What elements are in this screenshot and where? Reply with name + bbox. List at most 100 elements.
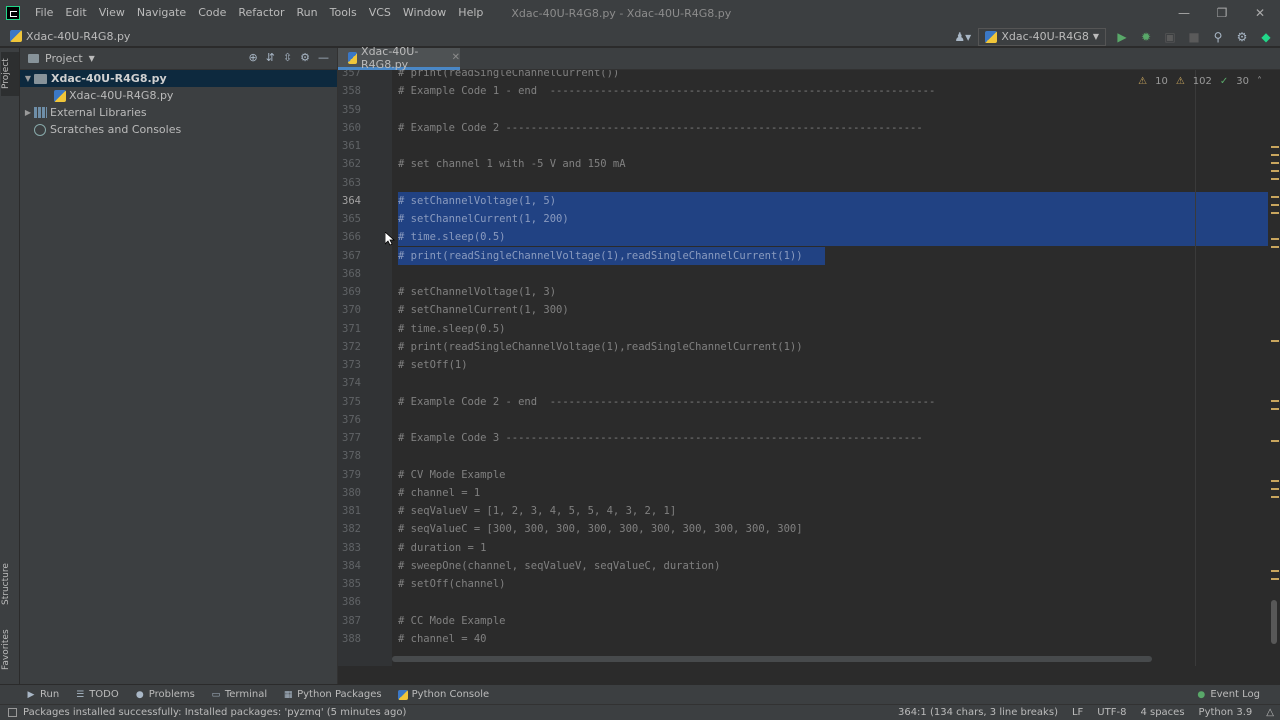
debug-icon[interactable]: ✹ bbox=[1138, 30, 1154, 44]
user-icon[interactable]: ♟▾ bbox=[954, 30, 971, 44]
code-line[interactable]: # print(readSingleChannelCurrent()) bbox=[398, 70, 619, 82]
editor-tab-active[interactable]: Xdac-40U-R4G8.py ✕ bbox=[338, 45, 460, 71]
status-panel-icon[interactable] bbox=[8, 708, 17, 717]
menu-view[interactable]: View bbox=[93, 0, 131, 26]
code-line[interactable]: # setChannelVoltage(1, 5) bbox=[398, 192, 556, 210]
status-message-area[interactable]: Packages installed successfully: Install… bbox=[8, 707, 406, 718]
code-line[interactable]: # sweepOne(channel, seqValueV, seqValueC… bbox=[398, 557, 720, 575]
close-icon[interactable]: ✕ bbox=[1242, 0, 1278, 26]
menu-run[interactable]: Run bbox=[291, 0, 324, 26]
breadcrumb[interactable]: Xdac-40U-R4G8.py bbox=[10, 30, 130, 43]
chevron-right-icon[interactable]: ▶ bbox=[22, 108, 34, 117]
editor-scrollbar[interactable] bbox=[1268, 70, 1280, 666]
toolwindow-python-packages[interactable]: ▦ Python Packages bbox=[277, 689, 392, 700]
tab-project[interactable]: Project bbox=[1, 52, 19, 96]
line-separator[interactable]: LF bbox=[1072, 707, 1083, 718]
tab-structure[interactable]: Structure bbox=[1, 556, 19, 612]
hide-icon[interactable]: — bbox=[318, 51, 329, 64]
lock-icon[interactable]: △ bbox=[1266, 707, 1274, 718]
toolwindow-event-log[interactable]: ● Event Log bbox=[1190, 689, 1270, 700]
code-line[interactable]: # CV Mode Example bbox=[398, 466, 505, 484]
code-line[interactable]: # setChannelCurrent(1, 300) bbox=[398, 301, 569, 319]
settings-icon[interactable]: ⚙ bbox=[1234, 30, 1250, 44]
scroll-marker[interactable] bbox=[1271, 440, 1279, 442]
code-line[interactable]: # seqValueV = [1, 2, 3, 4, 5, 5, 4, 3, 2… bbox=[398, 502, 676, 520]
scroll-thumb[interactable] bbox=[1271, 600, 1277, 644]
scroll-marker[interactable] bbox=[1271, 162, 1279, 164]
scroll-marker[interactable] bbox=[1271, 488, 1279, 490]
chevron-down-icon[interactable]: ▼ bbox=[22, 74, 34, 83]
toolwindow-run[interactable]: ▶ Run bbox=[20, 689, 69, 700]
locate-icon[interactable]: ⊕ bbox=[248, 51, 257, 64]
tree-item-external-libraries[interactable]: ▶ External Libraries bbox=[20, 104, 337, 121]
scroll-marker[interactable] bbox=[1271, 238, 1279, 240]
menu-edit[interactable]: Edit bbox=[59, 0, 92, 26]
scroll-marker[interactable] bbox=[1271, 154, 1279, 156]
menu-navigate[interactable]: Navigate bbox=[131, 0, 192, 26]
chevron-up-icon[interactable]: ˄ bbox=[1257, 76, 1262, 87]
scroll-marker[interactable] bbox=[1271, 178, 1279, 180]
plugin-icon[interactable]: ◆ bbox=[1258, 30, 1274, 44]
scroll-marker[interactable] bbox=[1271, 170, 1279, 172]
code-editor[interactable]: # print(readSingleChannelCurrent()) # Exa… bbox=[392, 70, 1268, 666]
run-configuration-select[interactable]: Xdac-40U-R4G8 ▼ bbox=[978, 27, 1106, 46]
scroll-marker[interactable] bbox=[1271, 246, 1279, 248]
collapse-all-icon[interactable]: ⇳ bbox=[283, 51, 292, 64]
scroll-marker[interactable] bbox=[1271, 578, 1279, 580]
toolwindow-python-console[interactable]: Python Console bbox=[392, 689, 500, 700]
code-line[interactable]: # channel = 1 bbox=[398, 484, 480, 502]
menu-window[interactable]: Window bbox=[397, 0, 452, 26]
close-tab-icon[interactable]: ✕ bbox=[452, 52, 460, 63]
menu-refactor[interactable]: Refactor bbox=[232, 0, 290, 26]
code-line[interactable]: # set channel 1 with -5 V and 150 mA bbox=[398, 155, 626, 173]
code-line[interactable]: # time.sleep(0.5) bbox=[398, 320, 505, 338]
toolwindow-problems[interactable]: ● Problems bbox=[129, 689, 205, 700]
project-panel-title[interactable]: Project bbox=[45, 52, 83, 65]
python-interpreter[interactable]: Python 3.9 bbox=[1199, 707, 1253, 718]
scroll-marker[interactable] bbox=[1271, 146, 1279, 148]
expand-all-icon[interactable]: ⇵ bbox=[266, 51, 275, 64]
horizontal-scrollbar[interactable] bbox=[392, 656, 1152, 662]
code-line[interactable]: # Example Code 3 -----------------------… bbox=[398, 429, 923, 447]
code-line[interactable]: # time.sleep(0.5) bbox=[398, 228, 505, 246]
code-line[interactable]: # CC Mode Example bbox=[398, 612, 505, 630]
search-icon[interactable]: ⚲ bbox=[1210, 30, 1226, 44]
code-line[interactable]: # seqValueC = [300, 300, 300, 300, 300, … bbox=[398, 520, 803, 538]
code-line[interactable]: # duration = 1 bbox=[398, 539, 487, 557]
code-line[interactable]: # setChannelCurrent(1, 200) bbox=[398, 210, 569, 228]
scroll-marker[interactable] bbox=[1271, 212, 1279, 214]
status-message[interactable]: Packages installed successfully: Install… bbox=[23, 707, 406, 718]
toolwindow-terminal[interactable]: ▭ Terminal bbox=[205, 689, 277, 700]
inspection-widget[interactable]: ⚠ 10 ⚠ 102 ✓ 30 ˄ bbox=[1138, 76, 1262, 87]
caret-position[interactable]: 364:1 (134 chars, 3 line breaks) bbox=[898, 707, 1058, 718]
indent-setting[interactable]: 4 spaces bbox=[1140, 707, 1184, 718]
breadcrumb-file[interactable]: Xdac-40U-R4G8.py bbox=[26, 30, 130, 43]
scroll-marker[interactable] bbox=[1271, 204, 1279, 206]
scroll-marker[interactable] bbox=[1271, 480, 1279, 482]
tree-item-file[interactable]: Xdac-40U-R4G8.py bbox=[20, 87, 337, 104]
tree-item-project-root[interactable]: ▼ Xdac-40U-R4G8.py bbox=[20, 70, 337, 87]
code-line[interactable]: # channel = 40 bbox=[398, 630, 487, 648]
tree-item-scratches[interactable]: Scratches and Consoles bbox=[20, 121, 337, 138]
menu-help[interactable]: Help bbox=[452, 0, 489, 26]
restore-icon[interactable]: ❐ bbox=[1204, 0, 1240, 26]
code-line[interactable]: # print(readSingleChannelVoltage(1),read… bbox=[398, 338, 803, 356]
scroll-marker[interactable] bbox=[1271, 570, 1279, 572]
menu-tools[interactable]: Tools bbox=[324, 0, 363, 26]
code-line[interactable]: # Example Code 2 - end -----------------… bbox=[398, 393, 935, 411]
scroll-marker[interactable] bbox=[1271, 196, 1279, 198]
coverage-icon[interactable]: ▣ bbox=[1162, 30, 1178, 44]
code-line[interactable]: # setOff(channel) bbox=[398, 575, 505, 593]
code-line[interactable]: # setChannelVoltage(1, 3) bbox=[398, 283, 556, 301]
scroll-marker[interactable] bbox=[1271, 496, 1279, 498]
menu-vcs[interactable]: VCS bbox=[363, 0, 397, 26]
menu-code[interactable]: Code bbox=[192, 0, 232, 26]
scroll-marker[interactable] bbox=[1271, 340, 1279, 342]
scroll-marker[interactable] bbox=[1271, 408, 1279, 410]
tab-favorites[interactable]: Favorites bbox=[1, 622, 19, 678]
gear-icon[interactable]: ⚙ bbox=[300, 51, 310, 64]
run-icon[interactable]: ▶ bbox=[1114, 30, 1130, 44]
toolwindow-todo[interactable]: ☰ TODO bbox=[69, 689, 129, 700]
file-encoding[interactable]: UTF-8 bbox=[1097, 707, 1126, 718]
code-line[interactable]: # print(readSingleChannelVoltage(1),read… bbox=[398, 247, 803, 265]
